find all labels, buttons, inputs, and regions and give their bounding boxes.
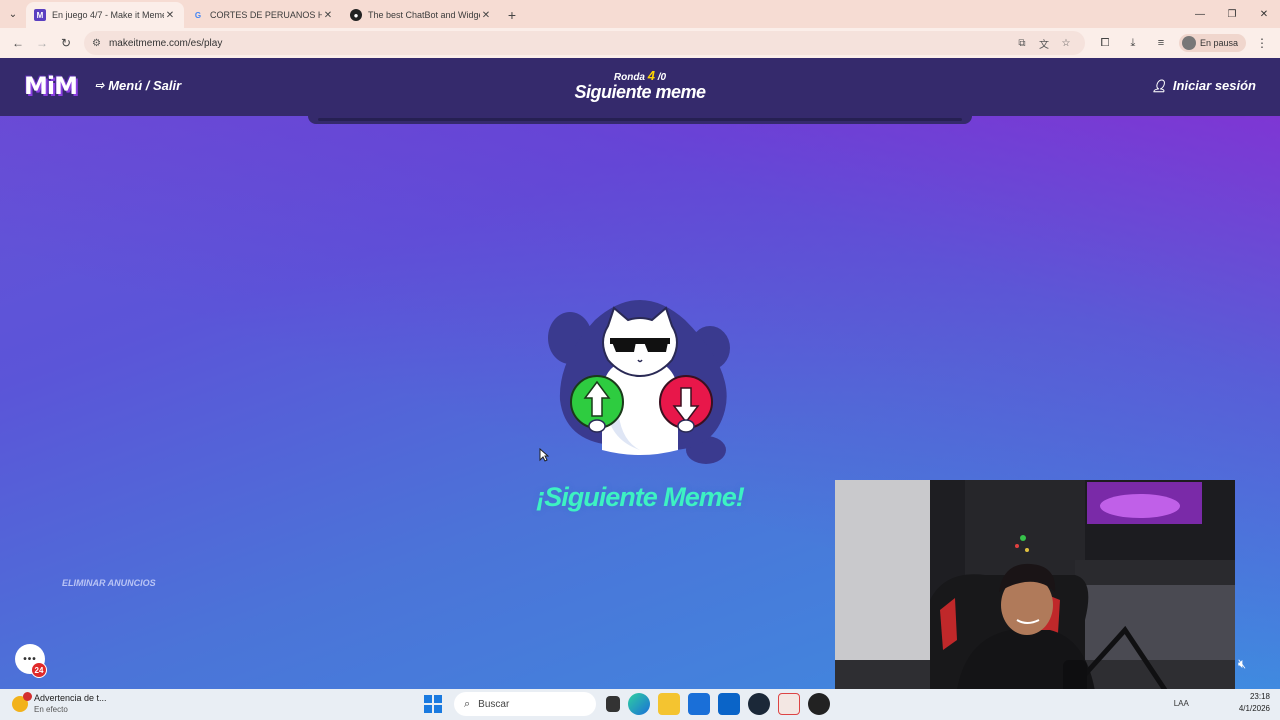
forward-arrow-icon[interactable]: → [30, 31, 54, 55]
reload-icon[interactable]: ↻ [54, 31, 78, 55]
calendar-app-icon[interactable] [778, 693, 800, 715]
chat-notification-badge: 24 [31, 662, 47, 678]
chat-widget-button[interactable]: ••• 24 [15, 644, 47, 678]
login-label: Iniciar sesión [1172, 78, 1256, 93]
close-tab-icon[interactable]: ✕ [164, 10, 176, 21]
restore-icon[interactable]: ❐ [1216, 0, 1248, 28]
avatar [1181, 36, 1196, 50]
browser-tab-strip: ⌄ M En juego 4/7 - Make it Meme ✕ G CORT… [0, 0, 1280, 28]
file-explorer-icon[interactable] [658, 693, 680, 715]
extensions-icon[interactable]: ⧠ [1091, 37, 1119, 50]
mim-favicon-icon: M [34, 9, 46, 21]
profile-label: En pausa [1199, 38, 1238, 48]
round-number: 4 [647, 68, 655, 83]
system-tray: LAA 23:18 4/1/2026 [1174, 691, 1270, 715]
cat-vote-mascot-icon [548, 300, 730, 464]
profile-button[interactable]: En pausa [1178, 34, 1246, 52]
language-indicator[interactable]: LAA [1174, 699, 1189, 708]
edge-icon[interactable] [628, 693, 650, 715]
menu-exit-label: Menú / Salir [108, 78, 182, 93]
clock-time: 23:18 [1249, 692, 1270, 701]
google-favicon-icon: G [194, 10, 202, 20]
alert-subtitle: En efecto [34, 705, 68, 714]
install-app-icon[interactable]: ⧉ [1011, 38, 1033, 49]
outlook-icon[interactable] [718, 693, 740, 715]
new-tab-button[interactable]: + [500, 2, 524, 28]
download-icon[interactable]: ⤓ [1119, 37, 1147, 50]
site-header: MiM ⇨ Menú / Salir Ronda 4 /0 Siguiente … [0, 58, 1280, 116]
game-page: MiM ⇨ Menú / Salir Ronda 4 /0 Siguiente … [0, 58, 1280, 689]
browser-toolbar: ← → ↻ ⚙ makeitmeme.com/es/play ⧉ 文 ☆ ⧠ ⤓… [0, 28, 1280, 58]
user-icon: 👤︎ [1151, 78, 1167, 93]
speaker-muted-icon[interactable]: 🔇︎ [1238, 656, 1246, 672]
tab-search-chevron-icon[interactable]: ⌄ [0, 0, 26, 28]
webcam-overlay [835, 480, 1235, 689]
mouse-cursor-icon [539, 447, 550, 467]
site-logo[interactable]: MiM [24, 72, 78, 100]
bookmark-star-icon[interactable]: ☆ [1055, 38, 1077, 49]
search-placeholder: Buscar [478, 698, 510, 710]
obs-icon[interactable] [808, 693, 830, 715]
media-queue-icon[interactable]: ≡ [1147, 37, 1175, 49]
steam-icon[interactable] [748, 693, 770, 715]
tab-title: The best ChatBot and Widgets [368, 10, 480, 20]
menu-exit-link[interactable]: ⇨ Menú / Salir [95, 78, 181, 93]
clock[interactable]: 23:18 4/1/2026 [1239, 691, 1270, 715]
back-arrow-icon[interactable]: ← [6, 31, 30, 55]
weather-alert-widget[interactable]: Advertencia de t... En efecto [12, 692, 107, 715]
taskbar-search[interactable]: ⌕ Buscar [454, 692, 596, 716]
tab-chatbot-widgets[interactable]: ● The best ChatBot and Widgets ✕ [342, 2, 500, 28]
page-title: Siguiente meme [574, 82, 706, 102]
taskbar-apps: ⌕ Buscar [424, 692, 834, 716]
tab-cortes-peruanos[interactable]: G CORTES DE PERUANOS HORRIBLES ✕ [184, 2, 342, 28]
login-button[interactable]: 👤︎ Iniciar sesión [1152, 78, 1256, 93]
clock-date: 4/1/2026 [1238, 704, 1270, 713]
exit-icon: ⇨ [95, 80, 105, 92]
tab-make-it-meme[interactable]: M En juego 4/7 - Make it Meme ✕ [26, 2, 184, 28]
tab-title: En juego 4/7 - Make it Meme [52, 10, 164, 20]
next-meme-heading: ¡Siguiente Meme! [536, 482, 745, 512]
minimize-icon[interactable]: — [1184, 0, 1216, 28]
address-bar[interactable]: ⚙ makeitmeme.com/es/play ⧉ 文 ☆ [84, 31, 1085, 55]
windows-start-icon[interactable] [424, 695, 442, 713]
round-status: Ronda 4 /0 Siguiente meme [540, 68, 740, 103]
store-icon[interactable] [688, 693, 710, 715]
taskbar: Advertencia de t... En efecto ⌕ Buscar L… [0, 689, 1280, 720]
close-tab-icon[interactable]: ✕ [480, 10, 492, 21]
browser-menu-icon[interactable]: ⋮ [1250, 31, 1274, 55]
search-icon: ⌕ [464, 697, 471, 710]
close-window-icon[interactable]: ✕ [1248, 0, 1280, 28]
task-view-icon[interactable] [606, 696, 620, 712]
remove-ads-link[interactable]: ELIMINAR ANUNCIOS [62, 578, 156, 588]
close-tab-icon[interactable]: ✕ [322, 10, 334, 21]
warning-icon [12, 692, 32, 712]
translate-icon[interactable]: 文 [1033, 36, 1055, 51]
url-text[interactable]: makeitmeme.com/es/play [109, 38, 1011, 49]
alert-title: Advertencia de t... [34, 693, 107, 703]
site-info-icon[interactable]: ⚙ [92, 38, 101, 49]
header-progress-notch [308, 116, 972, 124]
github-favicon-icon: ● [350, 9, 362, 21]
window-controls: — ❐ ✕ [1184, 0, 1280, 28]
tab-title: CORTES DE PERUANOS HORRIBLES [210, 10, 322, 20]
